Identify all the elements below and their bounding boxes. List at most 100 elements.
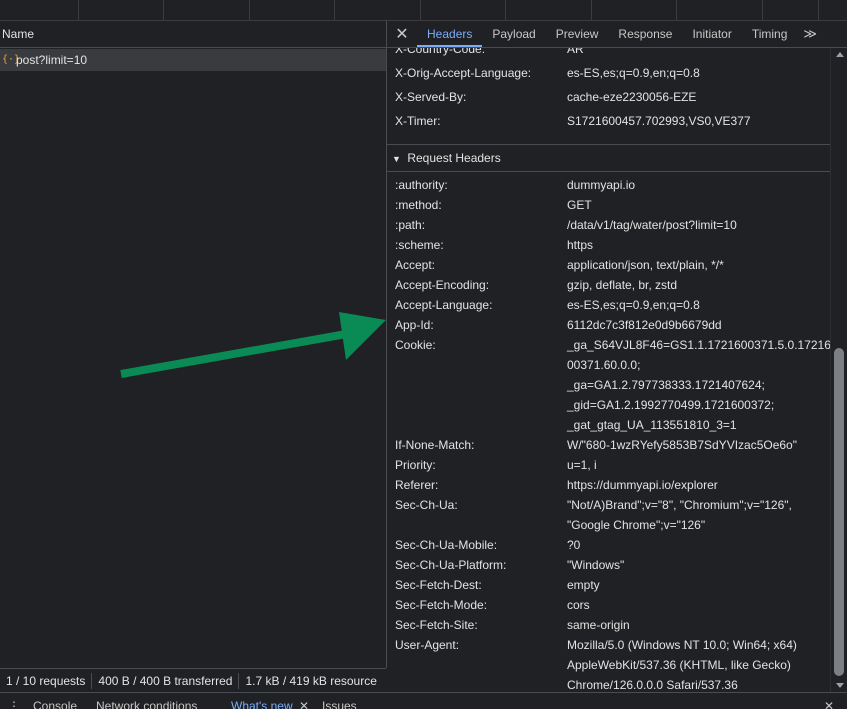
header-name: Sec-Ch-Ua-Platform: [395, 558, 507, 572]
tab-preview[interactable]: Preview [546, 21, 609, 47]
header-value[interactable]: u=1, i [567, 455, 827, 475]
header-row-continuation: "Google Chrome";v="126" [395, 515, 825, 535]
header-row: Accept-Language: es-ES,es;q=0.9,en;q=0.8 [395, 295, 825, 315]
tab-timing[interactable]: Timing [742, 21, 798, 47]
header-value[interactable]: same-origin [567, 615, 827, 635]
header-row: Accept-Encoding: gzip, deflate, br, zstd [395, 275, 825, 295]
header-name: Sec-Ch-Ua-Mobile: [395, 538, 498, 552]
header-value[interactable]: https://dummyapi.io/explorer [567, 475, 827, 495]
request-headers-section-header[interactable]: ▼ Request Headers [387, 145, 830, 171]
header-name: X-Country-Code: [395, 48, 486, 56]
header-row-continuation: _ga=GA1.2.797738333.1721407624; [395, 375, 825, 395]
resource-size: 1.7 kB / 419 kB resource [245, 674, 377, 688]
header-row: Sec-Fetch-Site: same-origin [395, 615, 825, 635]
header-name: :path: [395, 218, 426, 232]
header-value[interactable]: gzip, deflate, br, zstd [567, 275, 827, 295]
request-count: 1 / 10 requests [6, 674, 86, 688]
bottom-drawer-tabbar: ⋮ Console Network conditions What's new … [0, 692, 847, 709]
scrollbar-thumb[interactable] [834, 348, 844, 676]
header-name: Sec-Fetch-Site: [395, 618, 478, 632]
header-value[interactable]: Chrome/126.0.0.0 Safari/537.36 [567, 675, 827, 692]
header-value[interactable]: GET [567, 195, 827, 215]
header-value[interactable]: AppleWebKit/537.36 (KHTML, like Gecko) [567, 655, 827, 675]
header-value[interactable]: _gat_gtag_UA_113551810_3=1 [567, 415, 827, 435]
header-row: X-Orig-Accept-Language: es-ES,es;q=0.9,e… [395, 63, 825, 83]
header-row: Sec-Ch-Ua: "Not/A)Brand";v="8", "Chromium… [395, 495, 825, 515]
header-value[interactable]: 00371.60.0.0; [567, 355, 827, 375]
detail-tabbar: ✕ Headers Payload Preview Response Initi… [387, 21, 847, 48]
header-value[interactable]: "Google Chrome";v="126" [567, 515, 827, 535]
header-value[interactable]: _gid=GA1.2.1992770499.1721600372; [567, 395, 827, 415]
more-tabs-chevron-icon[interactable]: ≫ [797, 21, 823, 47]
header-name: X-Served-By: [395, 90, 467, 104]
header-value[interactable]: https [567, 235, 827, 255]
header-row: If-None-Match: W/"680-1wzRYefy5853B7SdYVI… [395, 435, 825, 455]
tab-response[interactable]: Response [608, 21, 682, 47]
header-value[interactable]: 6112dc7c3f812e0d9b6679dd [567, 315, 827, 335]
header-name: Sec-Fetch-Mode: [395, 598, 488, 612]
header-value[interactable]: dummyapi.io [567, 175, 827, 195]
header-row-continuation: _gid=GA1.2.1992770499.1721600372; [395, 395, 825, 415]
tab-headers[interactable]: Headers [417, 21, 483, 47]
header-value[interactable]: "Not/A)Brand";v="8", "Chromium";v="126", [567, 495, 827, 515]
tab-payload[interactable]: Payload [482, 21, 545, 47]
header-value[interactable]: "Windows" [567, 555, 827, 575]
header-row: X-Served-By: cache-eze2230056-EZE [395, 87, 825, 107]
network-summary-bar: 1 / 10 requests 400 B / 400 B transferre… [0, 668, 386, 693]
header-value[interactable]: application/json, text/plain, */* [567, 255, 827, 275]
header-name: :scheme: [395, 238, 444, 252]
header-name: Referer: [395, 478, 439, 492]
header-name: :authority: [395, 178, 448, 192]
filmstrip-divider [505, 0, 506, 20]
header-name: User-Agent: [395, 638, 460, 652]
header-row: Referer: https://dummyapi.io/explorer [395, 475, 825, 495]
header-name: X-Timer: [395, 114, 441, 128]
header-value[interactable]: cache-eze2230056-EZE [567, 87, 827, 107]
filmstrip-divider [762, 0, 763, 20]
header-value[interactable]: es-ES,es;q=0.9,en;q=0.8 [567, 63, 827, 83]
header-row: Sec-Ch-Ua-Platform: "Windows" [395, 555, 825, 575]
header-value[interactable]: _ga=GA1.2.797738333.1721407624; [567, 375, 827, 395]
header-value[interactable]: Mozilla/5.0 (Windows NT 10.0; Win64; x64… [567, 635, 827, 655]
header-name: Accept-Language: [395, 298, 493, 312]
header-value[interactable]: _ga_S64VJL8F46=GS1.1.1721600371.5.0.1721… [567, 335, 830, 355]
header-value[interactable]: S1721600457.702993,VS0,VE377 [567, 111, 827, 131]
header-row: :path: /data/v1/tag/water/post?limit=10 [395, 215, 825, 235]
name-column-label: Name [2, 27, 35, 41]
request-detail-panel: ✕ Headers Payload Preview Response Initi… [387, 21, 847, 692]
name-column-header[interactable]: Name [0, 21, 386, 48]
filmstrip-divider [163, 0, 164, 20]
filmstrip-divider [591, 0, 592, 20]
close-icon[interactable]: ✕ [387, 24, 417, 44]
json-icon: {·} [2, 54, 21, 65]
header-value[interactable]: cors [567, 595, 827, 615]
header-value[interactable]: empty [567, 575, 827, 595]
header-name: Sec-Ch-Ua: [395, 498, 458, 512]
header-name: :method: [395, 198, 442, 212]
header-name: Cookie: [395, 338, 436, 352]
request-name: post?limit=10 [16, 53, 88, 67]
tab-initiator[interactable]: Initiator [682, 21, 741, 47]
header-name: Sec-Fetch-Dest: [395, 578, 482, 592]
header-row: Cookie: _ga_S64VJL8F46=GS1.1.1721600371.5… [395, 335, 830, 355]
request-list-panel: Name {·} post?limit=10 [0, 21, 387, 668]
header-row: Priority: u=1, i [395, 455, 825, 475]
header-value[interactable]: ?0 [567, 535, 827, 555]
scroll-up-icon[interactable] [836, 52, 844, 57]
header-value[interactable]: AR [567, 48, 827, 59]
filmstrip-divider [676, 0, 677, 20]
overview-filmstrip [0, 0, 847, 21]
header-row: :method: GET [395, 195, 825, 215]
headers-content: X-Country-Code: AR X-Orig-Accept-Languag… [387, 48, 830, 692]
header-value[interactable]: es-ES,es;q=0.9,en;q=0.8 [567, 295, 827, 315]
header-row: User-Agent: Mozilla/5.0 (Windows NT 10.0;… [395, 635, 825, 655]
scroll-down-icon[interactable] [836, 683, 844, 688]
header-row-continuation: 00371.60.0.0; [395, 355, 825, 375]
header-value[interactable]: /data/v1/tag/water/post?limit=10 [567, 215, 827, 235]
headers-scrollbar[interactable] [830, 48, 847, 692]
header-value[interactable]: W/"680-1wzRYefy5853B7SdYVIzac5Oe6o" [567, 435, 827, 455]
header-row-continuation: AppleWebKit/537.36 (KHTML, like Gecko) [395, 655, 825, 675]
request-headers-title: Request Headers [407, 151, 501, 165]
request-row[interactable]: {·} post?limit=10 [0, 49, 386, 71]
header-name: Priority: [395, 458, 436, 472]
